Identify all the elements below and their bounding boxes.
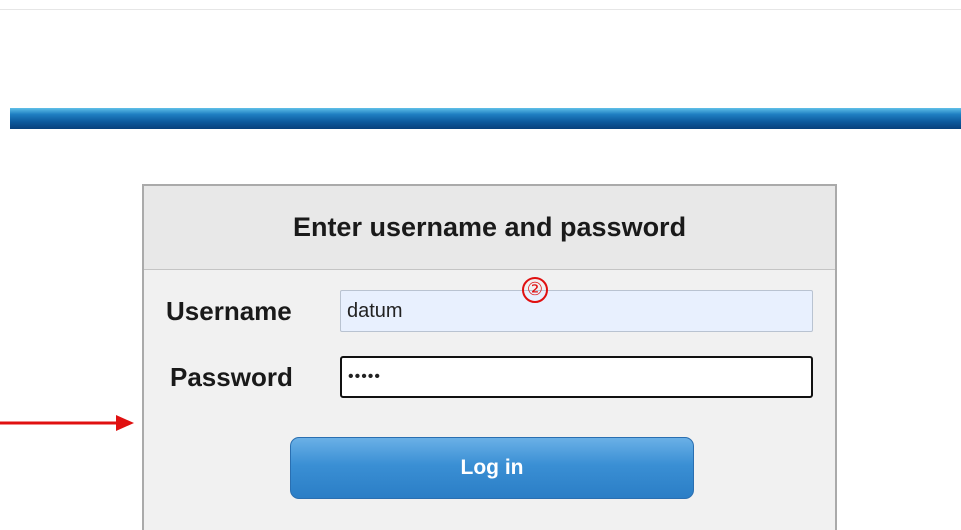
username-value: datum — [347, 299, 403, 322]
header-bar — [10, 108, 961, 129]
login-page: Enter username and password Username dat… — [0, 0, 961, 530]
step-marker-annotation: ② — [522, 277, 548, 303]
password-label: Password — [170, 362, 293, 392]
username-input[interactable]: datum — [340, 290, 813, 332]
login-title: Enter username and password — [292, 212, 687, 242]
password-value: ••••• — [348, 368, 382, 385]
username-label: Username — [166, 296, 292, 326]
login-panel-header: Enter username and password — [144, 186, 835, 270]
login-panel: Enter username and password Username dat… — [142, 184, 837, 530]
login-button[interactable]: Log in — [290, 437, 694, 499]
top-divider — [0, 9, 961, 10]
password-input[interactable]: ••••• — [340, 356, 813, 398]
red-arrow-annotation — [0, 415, 134, 431]
